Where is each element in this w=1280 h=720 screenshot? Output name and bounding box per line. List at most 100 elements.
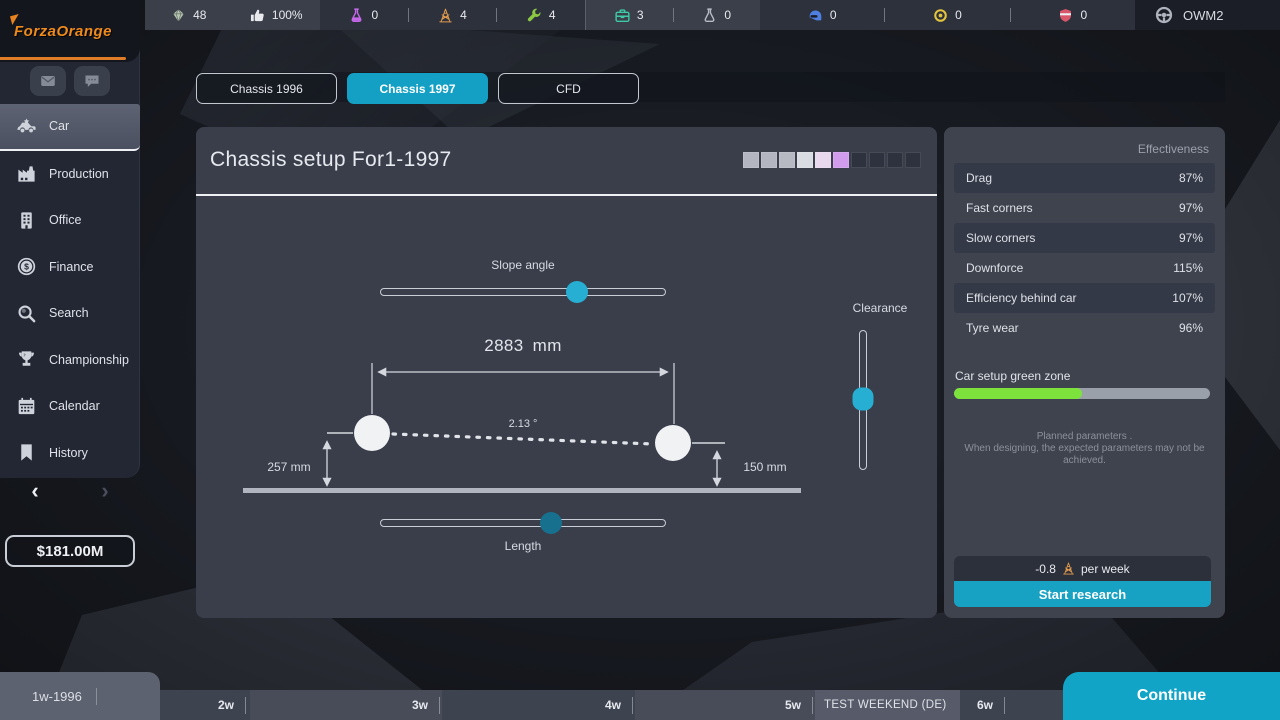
mail-button[interactable] [30, 66, 66, 96]
progress-square [743, 152, 759, 168]
chassis-schematic [235, 358, 815, 503]
resource-value: 0 [724, 8, 731, 22]
sidebar-item-finance[interactable]: $Finance [0, 244, 140, 291]
steering-wheel-icon [1155, 6, 1173, 24]
progress-square [761, 152, 777, 168]
sidebar-item-championship[interactable]: Championship [0, 337, 140, 384]
progress-square [779, 152, 795, 168]
effectiveness-value: 107% [1172, 291, 1203, 305]
resource-medal: 0 [885, 0, 1009, 30]
effectiveness-value: 96% [1179, 321, 1203, 335]
calendar-icon [16, 396, 37, 417]
length-slider-handle[interactable] [540, 512, 562, 534]
effectiveness-label: Downforce [966, 261, 1023, 275]
effectiveness-row: Tyre wear96% [954, 313, 1215, 343]
briefcase-icon [615, 8, 630, 23]
effectiveness-value: 97% [1179, 201, 1203, 215]
wrench-icon [527, 8, 542, 23]
wheelbase-dimension: 2883mm [380, 336, 666, 356]
continue-button[interactable]: Continue [1063, 672, 1280, 720]
sidebar-item-label: Production [49, 167, 109, 181]
resource-value: 0 [830, 8, 837, 22]
length-slider[interactable] [380, 519, 666, 527]
tab-chassis-1996[interactable]: Chassis 1996 [196, 73, 337, 104]
flask-icon [349, 8, 364, 23]
resource-badge: 0 [1011, 0, 1135, 30]
sidebar-item-search[interactable]: Search [0, 290, 140, 337]
page-title: Chassis setup For1-1997 [210, 148, 452, 172]
topbar-segment: 044 [320, 0, 585, 30]
slope-angle-slider-handle[interactable] [566, 281, 588, 303]
progress-square [869, 152, 885, 168]
sidebar-item-car[interactable]: Car [0, 104, 140, 151]
logo-text: ForzaOrange [14, 23, 112, 40]
clearance-label: Clearance [830, 301, 930, 315]
timeline-segment [960, 690, 1063, 720]
medal-icon [933, 8, 948, 23]
beaker-icon [702, 8, 717, 23]
progress-square [833, 152, 849, 168]
gem-icon [171, 8, 186, 23]
clearance-slider[interactable] [859, 330, 867, 470]
office-icon [16, 210, 37, 231]
thumbs-up-icon [250, 8, 265, 23]
effectiveness-value: 115% [1173, 261, 1203, 275]
tab-chassis-1997[interactable]: Chassis 1997 [347, 73, 488, 104]
effectiveness-label: Slow corners [966, 231, 1035, 245]
timeline-week-3w: 3w [412, 690, 440, 720]
front-height-value: 257 mm [254, 460, 324, 474]
start-research-button[interactable]: Start research [954, 581, 1211, 607]
effectiveness-label: Drag [966, 171, 992, 185]
effectiveness-row: Downforce 115% [954, 253, 1215, 283]
sidebar-item-history[interactable]: History [0, 430, 140, 477]
chat-button[interactable] [74, 66, 110, 96]
slope-angle-slider[interactable] [380, 288, 666, 296]
resource-gem: 48 [145, 0, 233, 30]
effectiveness-title: Effectiveness [1138, 142, 1209, 156]
collapse-right-chevron[interactable]: › [101, 481, 108, 501]
research-cost: -0.8 per week [954, 556, 1211, 581]
resource-value: 48 [193, 8, 206, 22]
chassis-tabs: Chassis 1996 Chassis 1997 CFD [196, 73, 639, 104]
tab-cfd[interactable]: CFD [498, 73, 639, 104]
resource-derrick: 4 [409, 0, 497, 30]
sidebar-item-calendar[interactable]: Calendar [0, 383, 140, 430]
week-label: 5w [785, 698, 801, 712]
effectiveness-row: Efficiency behind car107% [954, 283, 1215, 313]
slope-angle-label: Slope angle [380, 258, 666, 272]
timeline-strip: 2w3w4w5wTEST WEEKEND (DE)6w [160, 690, 1063, 720]
derrick-icon [438, 8, 453, 23]
rear-height-value: 150 mm [730, 460, 800, 474]
resource-value: 100% [272, 8, 303, 22]
budget-display: $181.00M [5, 535, 135, 567]
green-zone-label: Car setup green zone [955, 369, 1070, 383]
effectiveness-panel: Effectiveness Drag 87% Fast corners 97% Slow… [944, 127, 1225, 618]
sidebar-quick-buttons [0, 66, 140, 96]
effectiveness-row: Fast corners 97% [954, 193, 1215, 223]
collapse-left-chevron[interactable]: ‹ [31, 481, 38, 501]
sidebar-item-production[interactable]: Production [0, 151, 140, 198]
effectiveness-rows: Drag87%Fast corners97%Slow corners97%Dow… [954, 163, 1215, 343]
sidebar-item-label: Finance [49, 260, 93, 274]
resource-value: 4 [549, 8, 556, 22]
resource-beaker: 0 [674, 0, 761, 30]
sidebar-item-label: Calendar [49, 399, 100, 413]
effectiveness-value: 87% [1179, 171, 1203, 185]
topbar-segment: 30 [585, 0, 760, 30]
progress-square [905, 152, 921, 168]
front-wheel [354, 415, 390, 451]
resource-helmet: 0 [760, 0, 884, 30]
resource-briefcase: 3 [586, 0, 673, 30]
progress-square [815, 152, 831, 168]
clearance-slider-handle[interactable] [853, 387, 874, 410]
green-zone-bar [954, 388, 1210, 399]
effectiveness-row: Drag 87% [954, 163, 1215, 193]
progress-square [797, 152, 813, 168]
note-line-2: When designing, the expected parameters … [950, 443, 1219, 467]
cost-suffix: per week [1081, 562, 1130, 576]
profile-button[interactable]: OWM2 [1135, 0, 1280, 30]
sidebar-item-label: Car [49, 119, 69, 133]
sidebar-collapse: ‹ › [0, 479, 140, 503]
effectiveness-label: Fast corners [966, 201, 1033, 215]
sidebar-item-office[interactable]: Office [0, 197, 140, 244]
